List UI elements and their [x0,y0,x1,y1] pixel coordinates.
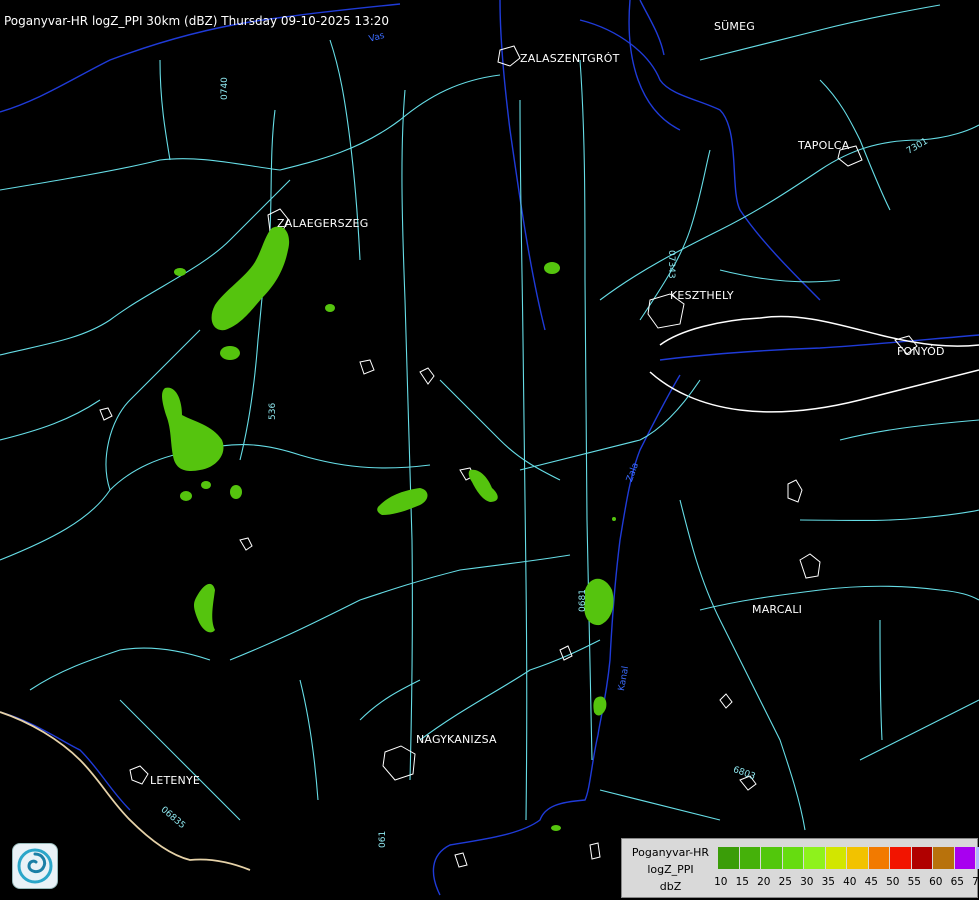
legend-tick-20: 20 [757,876,771,888]
legend-swatch-55 [911,847,933,869]
radar-map [0,0,979,900]
legend-swatch-60 [933,847,955,869]
legend-swatch-65 [954,847,976,869]
road-number-061: 061 [378,830,388,848]
legend-swatch-45 [868,847,890,869]
legend-swatch-40 [847,847,869,869]
legend-tick-labels: 10 15 20 25 30 35 40 45 50 55 60 65 70 [710,876,979,888]
road-number-0681: 0681 [578,589,588,612]
legend-swatch-10 [718,847,740,869]
legend-tick-30: 30 [800,876,814,888]
city-label-sumeg: SÜMEG [714,20,755,33]
legend-tick-50: 50 [886,876,900,888]
city-label-keszthely: KESZTHELY [670,289,734,302]
legend-tick-45: 45 [864,876,878,888]
city-label-nagykanizsa: NAGYKANIZSA [416,733,497,746]
road-number-0740: 0740 [220,77,230,100]
city-label-fonyod: FONYÓD [897,345,945,358]
city-label-letenye: LETENYE [150,774,201,787]
legend-tick-25: 25 [778,876,792,888]
radar-service-logo [12,843,58,889]
legend-tick-55: 55 [907,876,921,888]
legend-swatch-20 [761,847,783,869]
road-number-07343: 07343 [666,250,676,279]
legend-swatch-50 [890,847,912,869]
map-title: Poganyvar-HR logZ_PPI 30km (dBZ) Thursda… [4,14,390,28]
legend-product: Poganyvar-HR [631,846,710,859]
city-label-tapolca: TAPOLCA [798,139,850,152]
legend-tick-70: 70 [972,876,979,888]
legend-swatch-25 [782,847,804,869]
legend-tick-10: 10 [714,876,728,888]
legend-quantity: logZ_PPI [647,863,694,876]
city-label-zalaszentgrot: ZALASZENTGRÓT [520,52,620,65]
legend-tick-15: 15 [735,876,749,888]
legend-tick-40: 40 [843,876,857,888]
legend-tick-35: 35 [821,876,835,888]
legend-unit: dbZ [659,880,682,893]
city-label-zalaegerszeg: ZALAEGERSZEG [277,217,369,230]
legend-panel: Poganyvar-HR logZ_PPI dbZ 10 15 20 25 30 35 40… [621,838,979,898]
legend-swatch-30 [804,847,826,869]
legend-color-scale [718,847,979,869]
city-label-marcali: MARCALI [752,603,803,616]
road-number-536: 536 [268,402,278,420]
legend-tick-60: 60 [929,876,943,888]
legend-swatch-35 [825,847,847,869]
legend-tick-65: 65 [950,876,964,888]
legend-swatch-15 [739,847,761,869]
swirl-logo-icon [17,848,53,884]
